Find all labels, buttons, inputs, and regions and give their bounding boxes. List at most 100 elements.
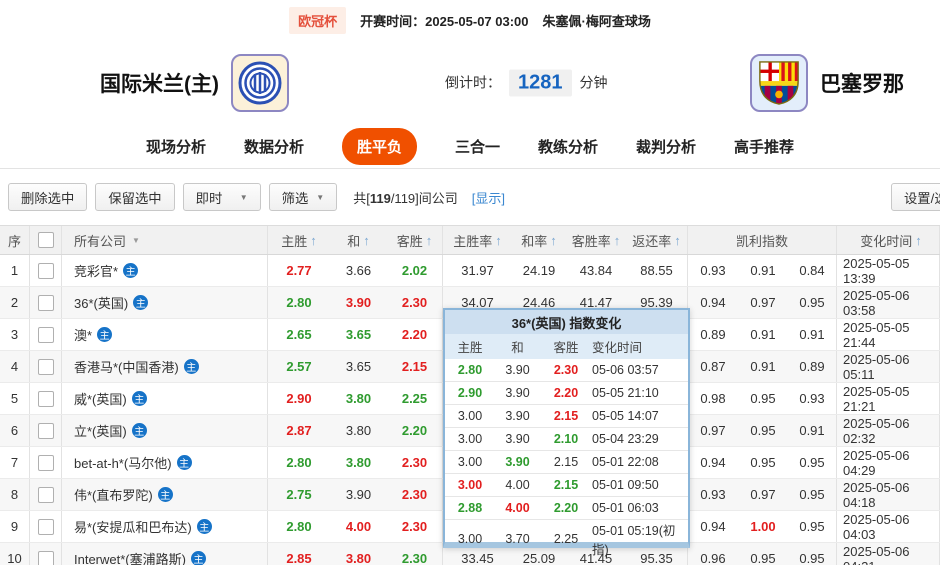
header-return-rate[interactable]: 返还率 ↑ (626, 226, 688, 254)
select-all-checkbox[interactable] (37, 232, 54, 248)
odds-draw[interactable]: 3.65 (330, 319, 387, 350)
odds-away[interactable]: 2.30 (387, 447, 443, 478)
popup-change-time: 05-06 03:57 (592, 363, 659, 377)
odds-draw[interactable]: 3.80 (330, 415, 387, 446)
odds-home[interactable]: 2.80 (268, 447, 330, 478)
odds-away[interactable]: 2.25 (387, 383, 443, 414)
settings-button[interactable]: 设置/选择 (890, 183, 940, 211)
row-checkbox[interactable] (37, 390, 54, 407)
company-cell[interactable]: 立*(英国) 主 (62, 415, 268, 446)
odds-home[interactable]: 2.75 (268, 479, 330, 510)
odds-draw[interactable]: 3.80 (330, 543, 387, 565)
header-away-rate[interactable]: 客胜率 ↑ (566, 226, 626, 254)
change-time: 2025-05-06 02:32 (837, 415, 940, 446)
header-home-rate[interactable]: 主胜率 ↑ (443, 226, 512, 254)
delete-selected-button[interactable]: 删除选中 (8, 183, 88, 211)
kickoff: 开赛时间：2025-05-07 03:00 (360, 11, 528, 30)
company-cell[interactable]: bet-at-h*(马尔他) 主 (62, 447, 268, 478)
header-change-time[interactable]: 变化时间 ↑ (837, 226, 940, 254)
odds-away[interactable]: 2.30 (387, 543, 443, 565)
header-home-odds[interactable]: 主胜 ↑ (268, 226, 330, 254)
odds-draw[interactable]: 3.80 (330, 447, 387, 478)
odds-away[interactable]: 2.15 (387, 351, 443, 382)
odds-away[interactable]: 2.30 (387, 287, 443, 318)
odds-away[interactable]: 2.20 (387, 415, 443, 446)
company-cell[interactable]: 竞彩官* 主 (62, 255, 268, 286)
odds-away[interactable]: 2.20 (387, 319, 443, 350)
odds-home[interactable]: 2.65 (268, 319, 330, 350)
row-checkbox[interactable] (37, 358, 54, 375)
row-checkbox[interactable] (37, 294, 54, 311)
tab-three-in-one[interactable]: 三合一 (455, 136, 500, 157)
header-label: 主胜率 (453, 233, 493, 249)
odds-home[interactable]: 2.80 (268, 287, 330, 318)
header-draw-odds[interactable]: 和 ↑ (330, 226, 387, 254)
show-link[interactable]: [显示] (472, 188, 505, 207)
company-cell[interactable]: 威*(英国) 主 (62, 383, 268, 414)
company-cell[interactable]: 香港马*(中国香港) 主 (62, 351, 268, 382)
odds-away[interactable]: 2.30 (387, 511, 443, 542)
odds-home[interactable]: 2.87 (268, 415, 330, 446)
instant-dropdown[interactable]: 即时 ▼ (182, 183, 261, 211)
odds-home[interactable]: 2.77 (268, 255, 330, 286)
tab-expert[interactable]: 高手推荐 (734, 136, 794, 157)
row-seq: 10 (0, 543, 30, 565)
keep-selected-button[interactable]: 保留选中 (95, 183, 175, 211)
home-badge-icon: 主 (97, 327, 113, 342)
kelly-value: 0.91 (750, 359, 776, 374)
row-checkbox[interactable] (37, 550, 54, 565)
caret-down-icon: ▼ (132, 235, 140, 245)
popup-change-time: 05-01 05:19(初指) (592, 524, 676, 557)
row-checkbox[interactable] (37, 422, 54, 439)
company-cell[interactable]: 澳* 主 (62, 319, 268, 350)
tab-referee[interactable]: 裁判分析 (636, 136, 696, 157)
row-checkbox[interactable] (37, 326, 54, 343)
popup-odds-away: 2.15 (553, 409, 579, 423)
header-company[interactable]: 所有公司 ▼ (62, 226, 268, 254)
row-checkbox[interactable] (37, 454, 54, 471)
kickoff-time: 2025-05-07 03:00 (425, 13, 529, 29)
popup-header-label: 客胜 (553, 341, 579, 355)
company-count-number: 119 (369, 190, 391, 206)
change-time: 2025-05-06 04:29 (837, 447, 940, 478)
odds-draw[interactable]: 3.90 (330, 287, 387, 318)
odds-home[interactable]: 2.85 (268, 543, 330, 565)
odds-draw[interactable]: 4.00 (330, 511, 387, 542)
away-team-group: 巴塞罗那 (750, 53, 904, 112)
tab-wdl[interactable]: 胜平负 (341, 128, 417, 165)
sort-asc-icon: ↑ (310, 232, 317, 248)
kelly-value: 0.95 (788, 479, 837, 510)
popup-row: 2.90 3.90 2.20 05-05 21:10 (445, 382, 688, 405)
sort-asc-icon: ↑ (495, 232, 502, 248)
popup-row: 3.00 4.00 2.15 05-01 09:50 (445, 474, 688, 497)
away-team-name: 巴塞罗那 (820, 72, 904, 96)
odds-away[interactable]: 2.02 (387, 255, 443, 286)
row-checkbox[interactable] (37, 486, 54, 503)
filter-dropdown[interactable]: 筛选 ▼ (268, 183, 338, 211)
company-cell[interactable]: Interwet*(塞浦路斯) 主 (62, 543, 268, 565)
company-cell[interactable]: 伟*(直布罗陀) 主 (62, 479, 268, 510)
venue: 朱塞佩·梅阿查球场 (542, 13, 651, 29)
tab-data[interactable]: 数据分析 (244, 136, 304, 157)
tab-coach[interactable]: 教练分析 (538, 136, 598, 157)
odds-draw[interactable]: 3.80 (330, 383, 387, 414)
home-team-name: 国际米兰(主) (100, 72, 219, 96)
tab-live[interactable]: 现场分析 (146, 136, 206, 157)
row-checkbox[interactable] (37, 262, 54, 279)
away-team-logo (750, 53, 808, 112)
header-away-odds[interactable]: 客胜 ↑ (387, 226, 443, 254)
odds-draw[interactable]: 3.90 (330, 479, 387, 510)
header-draw-rate[interactable]: 和率 ↑ (512, 226, 566, 254)
odds-draw[interactable]: 3.65 (330, 351, 387, 382)
odds-away[interactable]: 2.30 (387, 479, 443, 510)
company-cell[interactable]: 36*(英国) 主 (62, 287, 268, 318)
header-label: 返还率 (632, 233, 672, 249)
odds-home[interactable]: 2.80 (268, 511, 330, 542)
company-cell[interactable]: 易*(安提瓜和巴布达) 主 (62, 511, 268, 542)
odds-home[interactable]: 2.57 (268, 351, 330, 382)
odds-home[interactable]: 2.90 (268, 383, 330, 414)
home-badge-icon: 主 (190, 551, 206, 565)
kelly-value: 0.95 (788, 287, 837, 318)
odds-draw[interactable]: 3.66 (330, 255, 387, 286)
row-checkbox[interactable] (37, 518, 54, 535)
